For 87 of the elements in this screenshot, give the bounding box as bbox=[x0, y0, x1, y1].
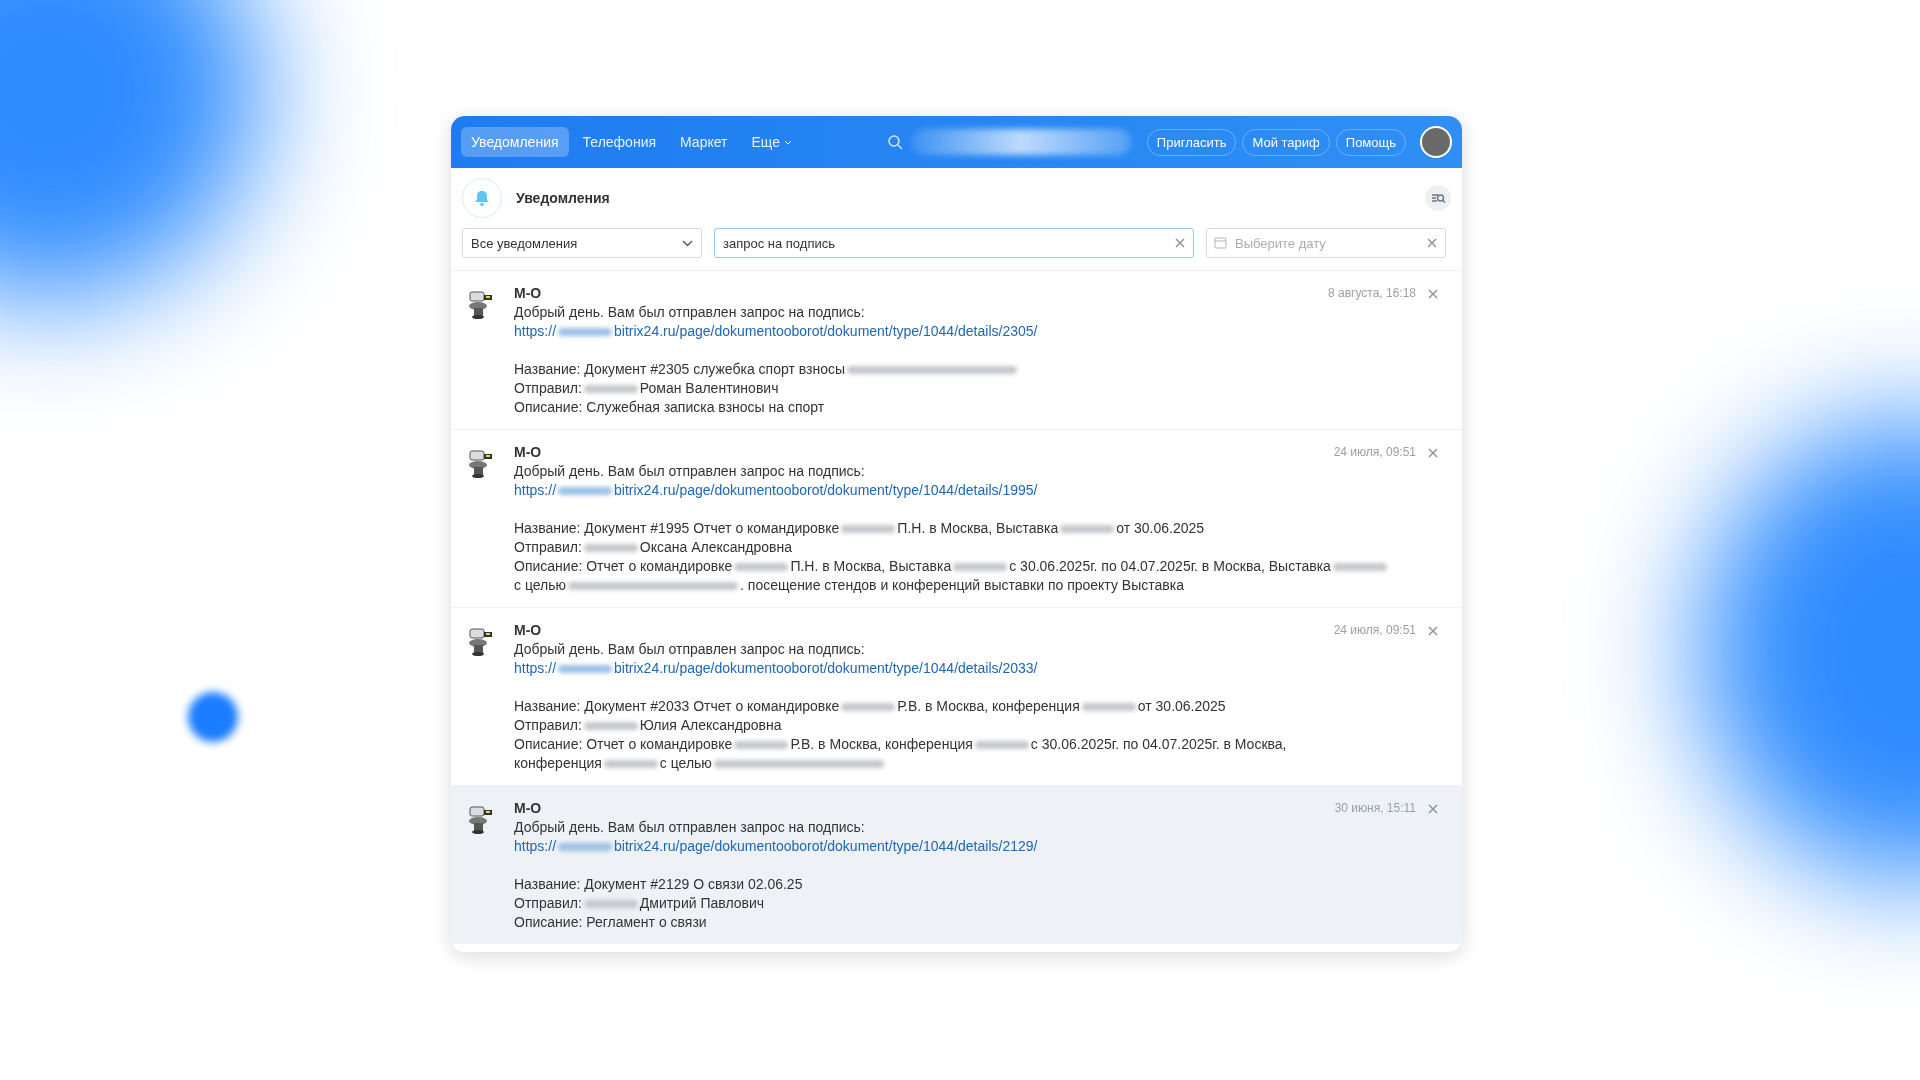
redaction-blur bbox=[734, 562, 789, 571]
redaction-blur bbox=[1060, 524, 1115, 533]
document-link[interactable]: bitrix24.ru/page/dokumentooborot/dokument/type/1044/details/2305/ bbox=[614, 322, 1038, 341]
redaction-blur bbox=[583, 721, 638, 730]
close-icon[interactable] bbox=[1427, 238, 1437, 248]
nav-tab[interactable]: Маркет bbox=[670, 127, 738, 157]
calendar-icon bbox=[1214, 236, 1227, 249]
caret-icon bbox=[783, 139, 792, 145]
nav-tab[interactable]: Телефония bbox=[572, 127, 667, 157]
message-text: от 30.06.2025 bbox=[1137, 697, 1226, 716]
message-text: Название: Документ #1995 Отчет о командировке bbox=[514, 519, 840, 538]
message-text: Добрый день. Вам был отправлен запрос на подпись: bbox=[514, 818, 865, 837]
message-text: Добрый день. Вам был отправлен запрос на подпись: bbox=[514, 640, 865, 659]
redaction-blur bbox=[583, 899, 638, 908]
message-text: Название: Документ #2033 Отчет о командировке bbox=[514, 697, 840, 716]
message-text: Отправил: bbox=[514, 716, 582, 735]
redaction-blur bbox=[841, 702, 896, 711]
redaction-blur bbox=[953, 562, 1008, 571]
filter-dropdown[interactable]: Все уведомления bbox=[462, 228, 702, 258]
document-link[interactable]: https:// bbox=[514, 837, 557, 856]
redaction-blur bbox=[1332, 562, 1387, 571]
search-icon[interactable] bbox=[886, 134, 903, 150]
close-icon[interactable] bbox=[1428, 625, 1438, 636]
message-text: Название: Документ #2305 служебка спорт взносы bbox=[514, 360, 846, 379]
sender-name: М-О bbox=[514, 621, 542, 640]
close-icon[interactable] bbox=[1428, 447, 1438, 458]
message-text: Отправил: bbox=[514, 894, 582, 913]
message-text: от 30.06.2025 bbox=[1116, 519, 1205, 538]
document-link[interactable]: https:// bbox=[514, 659, 557, 678]
redaction-blur bbox=[734, 740, 789, 749]
notification-time: 30 июня, 15:11 bbox=[1334, 800, 1416, 817]
message-text: конференция bbox=[514, 754, 602, 773]
redaction-blur bbox=[558, 327, 613, 336]
message-text: с 30.06.2025г. по 04.07.2025г. в Москва, bbox=[1030, 735, 1287, 754]
message-text: . посещение стендов и конференций выставки по проекту Выставка bbox=[740, 576, 1184, 595]
message-text: Р.В. в Москва, конференция bbox=[897, 697, 1080, 716]
document-link[interactable]: https:// bbox=[514, 481, 557, 500]
notification-time: 8 августа, 16:18 bbox=[1327, 285, 1416, 302]
chevron-down-icon bbox=[682, 239, 693, 247]
message-text: Описание: Отчет о командировке bbox=[514, 735, 733, 754]
message-text: Отправил: bbox=[514, 538, 582, 557]
panel-title: Уведомления bbox=[516, 190, 610, 206]
sender-name: М-О bbox=[514, 443, 542, 462]
message-text: Добрый день. Вам был отправлен запрос на подпись: bbox=[514, 303, 865, 322]
message-text: Отправил: bbox=[514, 379, 582, 398]
message-text: с 30.06.2025г. по 04.07.2025г. в Москва, Выставка bbox=[1009, 557, 1331, 576]
notification-time: 24 июля, 09:51 bbox=[1333, 444, 1416, 461]
message-text: Описание: Служебная записка взносы на спорт bbox=[514, 398, 825, 417]
redaction-blur bbox=[558, 486, 613, 495]
message-text: П.Н. в Москва, Выставка bbox=[897, 519, 1059, 538]
nav-tab[interactable]: Уведомления bbox=[461, 127, 569, 157]
document-link[interactable]: https:// bbox=[514, 322, 557, 341]
date-field[interactable]: Выберите дату bbox=[1206, 228, 1446, 258]
message-text: Название: Документ #2129 О связи 02.06.25 bbox=[514, 875, 803, 894]
close-icon[interactable] bbox=[1175, 238, 1185, 248]
message-text: Юлия Александровна bbox=[639, 716, 782, 735]
redaction-blur bbox=[974, 740, 1029, 749]
redaction-blur bbox=[558, 664, 613, 673]
message-text: Дмитрий Павлович bbox=[639, 894, 765, 913]
message-text: Описание: Регламент о связи bbox=[514, 913, 707, 932]
message-text: Роман Валентинович bbox=[639, 379, 779, 398]
search-field[interactable]: запрос на подпись bbox=[714, 228, 1194, 258]
redaction-blur bbox=[558, 842, 613, 851]
document-link[interactable]: bitrix24.ru/page/dokumentooborot/dokument/type/1044/details/2129/ bbox=[614, 837, 1038, 856]
message-text: с целью bbox=[659, 754, 712, 773]
sender-name: М-О bbox=[514, 284, 542, 303]
nav-tab[interactable]: Еще bbox=[741, 127, 802, 157]
redaction-blur bbox=[583, 384, 638, 393]
document-link[interactable]: bitrix24.ru/page/dokumentooborot/dokument/type/1044/details/2033/ bbox=[614, 659, 1038, 678]
message-text: Оксана Александровна bbox=[639, 538, 792, 557]
sender-name: М-О bbox=[514, 799, 542, 818]
notification-time: 24 июля, 09:51 bbox=[1333, 622, 1416, 639]
message-text: П.Н. в Москва, Выставка bbox=[790, 557, 952, 576]
redaction-blur bbox=[603, 759, 658, 768]
avatar-placeholder[interactable] bbox=[1420, 126, 1452, 158]
message-text: Описание: Отчет о командировке bbox=[514, 557, 733, 576]
blurred-dot-decoration bbox=[188, 692, 238, 742]
message-text: Р.В. в Москва, конференция bbox=[790, 735, 973, 754]
redaction-blur bbox=[841, 524, 896, 533]
search-history-icon[interactable] bbox=[1425, 185, 1451, 211]
redaction-blur bbox=[1081, 702, 1136, 711]
message-text: с целью bbox=[514, 576, 567, 595]
close-icon[interactable] bbox=[1428, 288, 1438, 299]
document-link[interactable]: bitrix24.ru/page/dokumentooborot/dokument/type/1044/details/1995/ bbox=[614, 481, 1038, 500]
redaction-blur bbox=[583, 543, 638, 552]
message-text: Добрый день. Вам был отправлен запрос на подпись: bbox=[514, 462, 865, 481]
close-icon[interactable] bbox=[1428, 803, 1438, 814]
